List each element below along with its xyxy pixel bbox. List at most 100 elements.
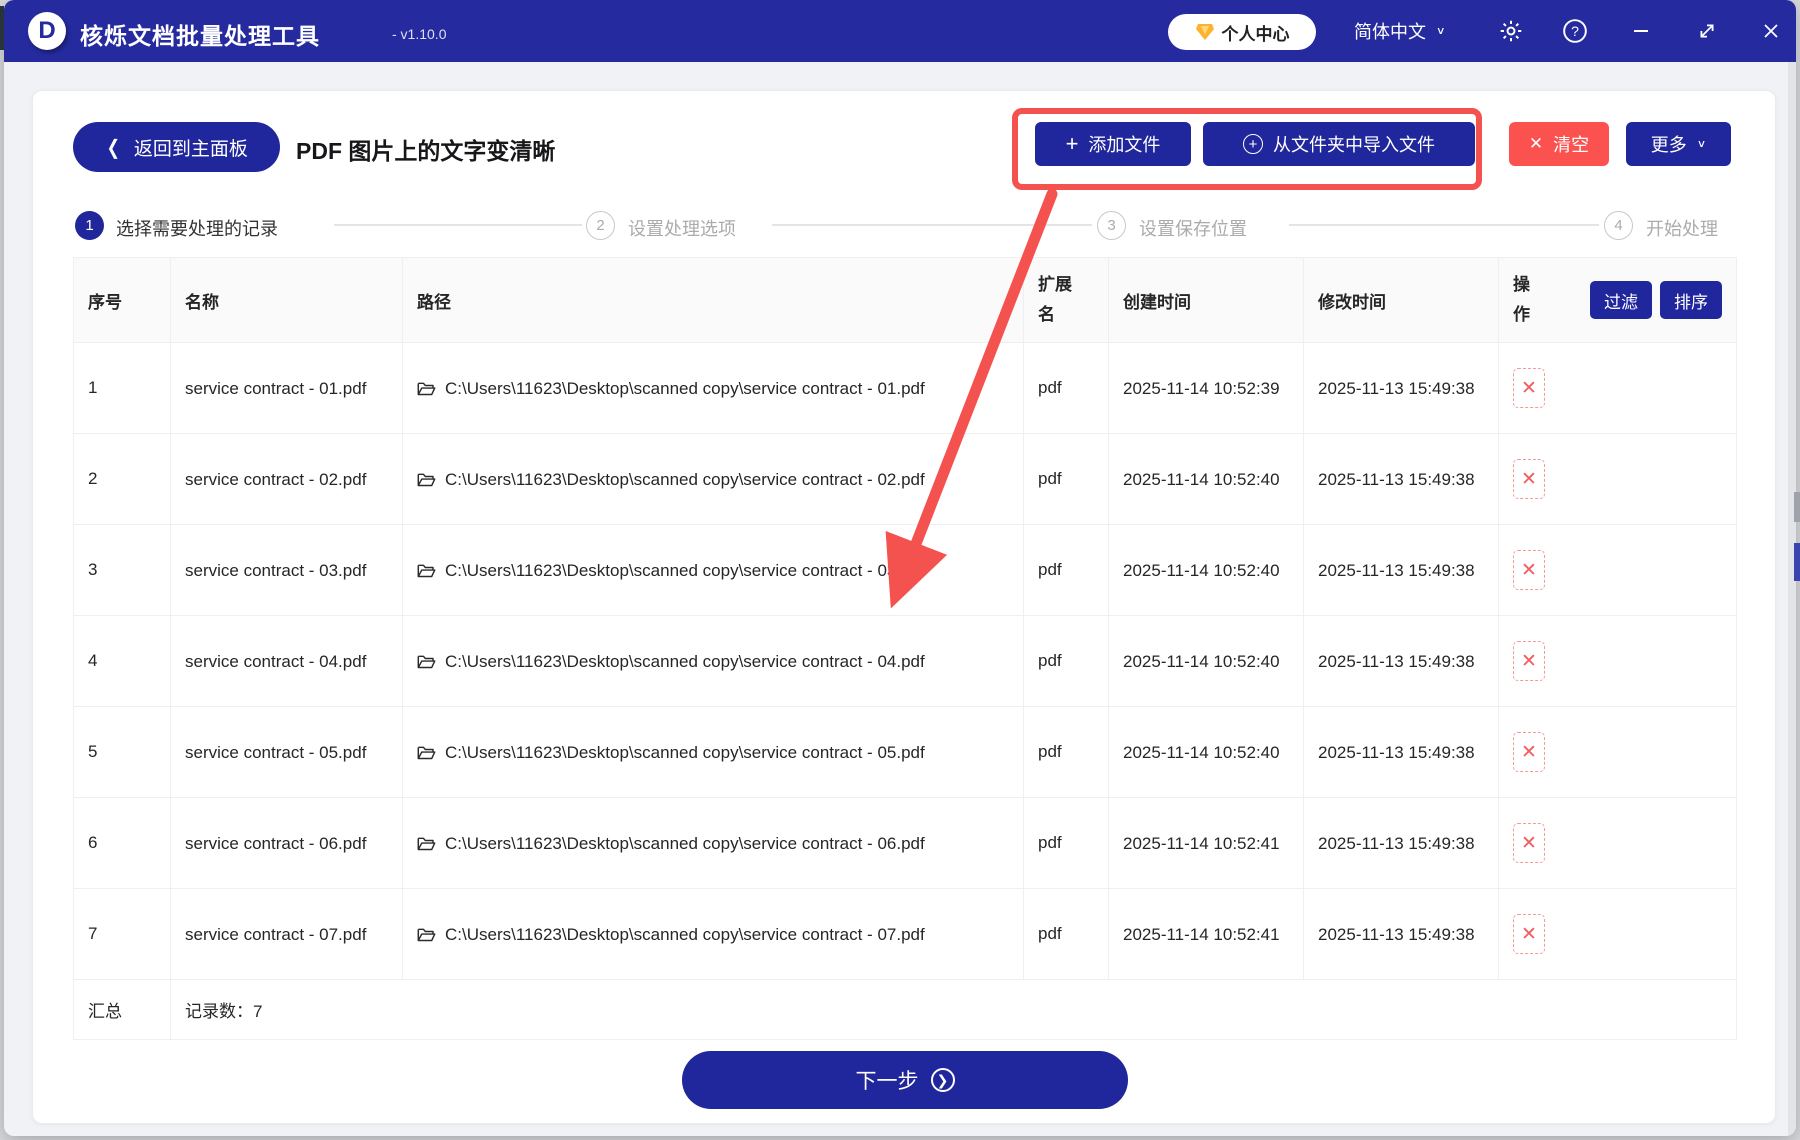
language-label: 简体中文	[1354, 22, 1426, 42]
cell-ext: pdf	[1023, 524, 1109, 616]
back-to-dashboard-button[interactable]: ❮ 返回到主面板	[73, 122, 280, 172]
cell-ext: pdf	[1023, 888, 1109, 980]
cell-name: service contract - 01.pdf	[170, 342, 403, 434]
table-row: 6 service contract - 06.pdf C:\Users\116…	[73, 797, 1737, 889]
app-window: D 核烁文档批量处理工具 - v1.10.0 个人中心 简体中文 ∨ ? ❮ 返…	[0, 0, 1800, 1140]
step-1-circle: 1	[75, 211, 104, 240]
cell-seq: 1	[73, 342, 171, 434]
gear-icon	[1500, 20, 1522, 42]
table-header-row: 序号 名称 路径 扩展名 创建时间 修改时间 操作 过滤 排序	[73, 257, 1737, 343]
cell-modified: 2025-11-13 15:49:38	[1303, 615, 1499, 707]
cell-name: service contract - 02.pdf	[170, 433, 403, 525]
clear-button[interactable]: ✕ 清空	[1509, 122, 1609, 166]
background-window-fragment	[1794, 543, 1800, 581]
col-header-actions: 操作 过滤 排序	[1498, 257, 1737, 343]
minimize-button[interactable]	[1626, 16, 1656, 46]
folder-open-icon	[417, 746, 436, 759]
cell-name: service contract - 06.pdf	[170, 797, 403, 889]
cell-path: C:\Users\11623\Desktop\scanned copy\serv…	[402, 706, 1024, 798]
actions-header-label: 操作	[1513, 275, 1530, 324]
cell-created: 2025-11-14 10:52:39	[1108, 342, 1304, 434]
folder-open-icon	[417, 928, 436, 941]
filter-button[interactable]: 过滤	[1590, 281, 1652, 319]
cell-created: 2025-11-14 10:52:40	[1108, 524, 1304, 616]
minimize-icon	[1634, 30, 1648, 32]
cell-name: service contract - 05.pdf	[170, 706, 403, 798]
cell-modified: 2025-11-13 15:49:38	[1303, 433, 1499, 525]
more-button[interactable]: 更多 ∨	[1626, 122, 1731, 166]
cell-path: C:\Users\11623\Desktop\scanned copy\serv…	[402, 342, 1024, 434]
delete-row-button[interactable]: ✕	[1513, 914, 1545, 954]
app-version: - v1.10.0	[392, 26, 447, 42]
settings-button[interactable]	[1496, 16, 1526, 46]
step-4-circle: 4	[1604, 211, 1633, 240]
import-from-folder-button[interactable]: + 从文件夹中导入文件	[1203, 122, 1475, 166]
folder-open-icon	[417, 382, 436, 395]
summary-text: 记录数：7	[170, 979, 1737, 1040]
cell-seq: 6	[73, 797, 171, 889]
folder-open-icon	[417, 564, 436, 577]
col-header-seq: 序号	[73, 257, 171, 343]
col-header-name: 名称	[170, 257, 403, 343]
window-edge-strip	[1788, 62, 1796, 1136]
delete-row-button[interactable]: ✕	[1513, 732, 1545, 772]
plus-icon: +	[1065, 131, 1079, 156]
x-icon: ✕	[1528, 134, 1544, 153]
chevron-down-icon: ∨	[1696, 137, 1707, 150]
cell-actions: ✕	[1498, 433, 1737, 525]
cell-seq: 5	[73, 706, 171, 798]
folder-open-icon	[417, 473, 436, 486]
step-2-label: 设置处理选项	[628, 219, 736, 239]
close-button[interactable]	[1756, 16, 1786, 46]
cell-name: service contract - 07.pdf	[170, 888, 403, 980]
step-3-label: 设置保存位置	[1139, 219, 1247, 239]
next-step-button[interactable]: 下一步 ❯	[682, 1051, 1128, 1109]
help-button[interactable]: ?	[1560, 16, 1590, 46]
cell-actions: ✕	[1498, 706, 1737, 798]
cell-created: 2025-11-14 10:52:40	[1108, 615, 1304, 707]
step-1-label: 选择需要处理的记录	[116, 219, 278, 239]
folder-open-icon	[417, 837, 436, 850]
cell-seq: 3	[73, 524, 171, 616]
sort-button[interactable]: 排序	[1660, 281, 1722, 319]
step-connector	[772, 224, 1092, 226]
col-header-path: 路径	[402, 257, 1024, 343]
language-selector[interactable]: 简体中文 ∨	[1354, 18, 1446, 44]
clear-label: 清空	[1553, 135, 1590, 155]
file-table: 序号 名称 路径 扩展名 创建时间 修改时间 操作 过滤 排序 1 servic…	[73, 257, 1737, 1040]
cell-path: C:\Users\11623\Desktop\scanned copy\serv…	[402, 797, 1024, 889]
cell-ext: pdf	[1023, 342, 1109, 434]
account-center-button[interactable]: 个人中心	[1168, 14, 1316, 50]
app-title: 核烁文档批量处理工具	[80, 23, 320, 49]
cell-ext: pdf	[1023, 706, 1109, 798]
delete-row-button[interactable]: ✕	[1513, 368, 1545, 408]
delete-row-button[interactable]: ✕	[1513, 641, 1545, 681]
delete-row-button[interactable]: ✕	[1513, 550, 1545, 590]
page-title: PDF 图片上的文字变清晰	[296, 138, 556, 164]
cell-created: 2025-11-14 10:52:40	[1108, 706, 1304, 798]
delete-row-button[interactable]: ✕	[1513, 459, 1545, 499]
table-row: 3 service contract - 03.pdf C:\Users\116…	[73, 524, 1737, 616]
maximize-button[interactable]	[1692, 16, 1722, 46]
step-4-label: 开始处理	[1646, 219, 1718, 239]
cell-name: service contract - 04.pdf	[170, 615, 403, 707]
cell-path: C:\Users\11623\Desktop\scanned copy\serv…	[402, 615, 1024, 707]
add-files-button[interactable]: + 添加文件	[1035, 122, 1191, 166]
background-window-fragment	[0, 6, 4, 50]
help-icon: ?	[1563, 19, 1587, 43]
import-label: 从文件夹中导入文件	[1273, 135, 1435, 155]
chevron-left-icon: ❮	[106, 136, 121, 159]
add-files-label: 添加文件	[1088, 135, 1161, 155]
step-connector	[1289, 224, 1599, 226]
col-header-modified: 修改时间	[1303, 257, 1499, 343]
circle-plus-icon: +	[1243, 134, 1263, 154]
delete-row-button[interactable]: ✕	[1513, 823, 1545, 863]
close-icon	[1764, 24, 1778, 38]
cell-ext: pdf	[1023, 433, 1109, 525]
circle-arrow-right-icon: ❯	[930, 1068, 955, 1092]
cell-actions: ✕	[1498, 888, 1737, 980]
step-connector	[334, 224, 582, 226]
window-frame: D 核烁文档批量处理工具 - v1.10.0 个人中心 简体中文 ∨ ? ❮ 返…	[4, 0, 1796, 1136]
cell-actions: ✕	[1498, 342, 1737, 434]
back-button-label: 返回到主面板	[133, 138, 248, 160]
